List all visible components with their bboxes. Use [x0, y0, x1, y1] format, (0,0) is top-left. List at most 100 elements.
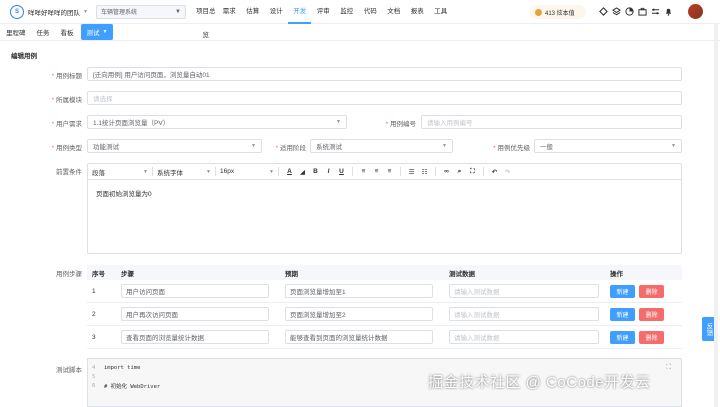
- data-input[interactable]: 请输入测试数据: [449, 330, 599, 344]
- case-code-label: * 用例编号: [385, 121, 416, 128]
- nav-item-develop[interactable]: 开发: [287, 0, 312, 24]
- nav-item-docs[interactable]: 文档: [382, 0, 406, 24]
- font-value: 系统字体: [157, 169, 183, 177]
- stage-select[interactable]: 系统测试 ▼: [310, 139, 453, 153]
- bold-icon[interactable]: B: [309, 168, 322, 175]
- nav-item-estimate[interactable]: 估算: [241, 0, 265, 24]
- title-input[interactable]: [迁向用例] 用户访问页面，浏览量自动01: [87, 67, 682, 81]
- nav-item-overview[interactable]: 项目总览: [194, 0, 218, 39]
- bell-icon[interactable]: [663, 6, 673, 16]
- nav-item-reports[interactable]: 报表: [405, 0, 429, 24]
- module-select[interactable]: 请选择: [87, 91, 682, 105]
- table-row: 3 查看页面的浏览量统计数据 能够查看到页面的浏览量统计数据 请输入测试数据 新…: [87, 326, 682, 349]
- title-value: [迁向用例] 用户访问页面，浏览量自动01: [93, 72, 210, 79]
- steps-table: 序号 步骤 预期 测试数据 操作 1 用户访问页面 页面浏览量增加至1 请输入测…: [87, 265, 682, 349]
- sliders-icon[interactable]: [650, 6, 660, 16]
- search-icon[interactable]: ⌕: [453, 168, 466, 176]
- nav-item-tools[interactable]: 工具: [429, 0, 453, 24]
- requirement-value: 1.1统计页面浏览量（PV）: [93, 120, 170, 127]
- requirement-label-text: 用户需求: [56, 121, 82, 128]
- expand-icon[interactable]: ⛶: [666, 363, 671, 372]
- data-input[interactable]: 请输入测试数据: [449, 307, 599, 321]
- top-bar: S 咩咩好咩咩的团队 ▼ 车辆管理系统 ▼ 项目总览 需求 估算 设计 开发 评…: [0, 0, 720, 39]
- nav-item-requirements[interactable]: 需求: [217, 0, 241, 24]
- diamond-icon[interactable]: [598, 6, 608, 16]
- scrollbar[interactable]: [714, 24, 718, 407]
- table-header: 序号 步骤 预期 测试数据 操作: [87, 265, 682, 280]
- delete-button[interactable]: 删除: [639, 307, 664, 321]
- undo-icon[interactable]: ↶: [488, 168, 501, 176]
- case-type-select[interactable]: 功能测试 ▼: [87, 139, 262, 153]
- highlight-icon[interactable]: ◢: [296, 168, 309, 176]
- paragraph-select[interactable]: 段落 ▼: [92, 167, 148, 177]
- case-type-value: 功能测试: [93, 144, 119, 151]
- new-button[interactable]: 新建: [610, 307, 635, 321]
- font-color-icon[interactable]: A: [283, 168, 296, 175]
- tab-tasks[interactable]: 任务: [37, 27, 50, 37]
- divider: [352, 167, 353, 176]
- title-label-text: 用例标题: [56, 73, 82, 80]
- link-icon[interactable]: ∞: [440, 168, 453, 175]
- new-button[interactable]: 新建: [610, 330, 635, 344]
- font-size-value: 16px: [220, 168, 235, 175]
- chevron-down-icon[interactable]: ▼: [83, 9, 88, 15]
- nav-item-review[interactable]: 评审: [311, 0, 335, 24]
- italic-icon[interactable]: I: [322, 168, 335, 175]
- feedback-button[interactable]: 反馈: [702, 317, 714, 341]
- requirement-label: * 用户需求: [51, 121, 82, 128]
- bullet-list-icon[interactable]: ☰: [405, 168, 418, 176]
- tab-milestone[interactable]: 里程碑: [6, 27, 26, 37]
- data-input[interactable]: 请输入测试数据: [449, 284, 599, 298]
- avatar[interactable]: [688, 4, 703, 19]
- redo-icon[interactable]: ↷: [501, 168, 514, 176]
- case-code-input[interactable]: 请输入用例编号: [421, 115, 682, 129]
- nav-item-code[interactable]: 代码: [358, 0, 382, 24]
- briefcase-icon[interactable]: [637, 6, 647, 16]
- step-input[interactable]: 用户再次访问页面: [121, 307, 269, 321]
- tab-test[interactable]: 测试 ▼: [80, 24, 114, 40]
- team-name[interactable]: 咩咩好咩咩的团队: [28, 7, 80, 17]
- divider: [215, 167, 216, 176]
- chevron-down-icon: ▼: [102, 29, 108, 35]
- precondition-label: 前置条件: [56, 169, 82, 176]
- module-label-text: 所属模块: [56, 97, 82, 104]
- numbered-list-icon[interactable]: ☷: [418, 168, 431, 176]
- align-right-icon[interactable]: ≡: [383, 168, 396, 175]
- delete-button[interactable]: 删除: [639, 330, 664, 344]
- expect-input[interactable]: 能够查看到页面的浏览量统计数据: [285, 330, 433, 344]
- row-no: 2: [92, 310, 96, 318]
- nav-item-design[interactable]: 设计: [264, 0, 288, 24]
- priority-value: 一般: [540, 144, 553, 151]
- main-nav: 项目总览 需求 估算 设计 开发 评审 监控 代码 文档 报表 工具: [194, 0, 453, 39]
- coin-badge[interactable]: 413 炫本值: [530, 5, 586, 19]
- priority-label: * 用例优先级: [493, 145, 530, 152]
- team-logo-icon[interactable]: S: [10, 4, 24, 19]
- editor-content[interactable]: 页面初始浏览量为0: [88, 180, 681, 206]
- divider: [400, 167, 401, 176]
- nav-item-monitor[interactable]: 监控: [335, 0, 359, 24]
- new-button[interactable]: 新建: [610, 284, 635, 298]
- expect-input[interactable]: 页面浏览量增加至2: [285, 307, 433, 321]
- toolbar-icons: [598, 6, 673, 16]
- priority-select[interactable]: 一般 ▼: [534, 139, 682, 153]
- expect-input[interactable]: 页面浏览量增加至1: [285, 284, 433, 298]
- divider: [152, 167, 153, 176]
- fullscreen-icon[interactable]: ⛶: [466, 168, 479, 176]
- align-center-icon[interactable]: ≡: [370, 168, 383, 175]
- align-left-icon[interactable]: ≡: [357, 168, 370, 175]
- tab-board[interactable]: 看板: [61, 27, 74, 37]
- row-no: 1: [92, 287, 96, 295]
- header-step: 步骤: [121, 270, 134, 278]
- underline-icon[interactable]: U: [335, 168, 348, 175]
- header-op: 操作: [610, 270, 623, 278]
- delete-button[interactable]: 删除: [639, 284, 664, 298]
- step-input[interactable]: 查看页面的浏览量统计数据: [121, 330, 269, 344]
- pie-chart-icon[interactable]: [624, 6, 634, 16]
- step-input[interactable]: 用户访问页面: [121, 284, 269, 298]
- font-select[interactable]: 系统字体 ▼: [157, 167, 211, 177]
- project-select[interactable]: 车辆管理系统 ▼: [95, 4, 186, 19]
- requirement-select[interactable]: 1.1统计页面浏览量（PV） ▼: [87, 115, 347, 129]
- chevron-down-icon: ▼: [206, 168, 211, 175]
- layers-icon[interactable]: [611, 6, 621, 16]
- font-size-select[interactable]: 16px ▼: [220, 168, 274, 175]
